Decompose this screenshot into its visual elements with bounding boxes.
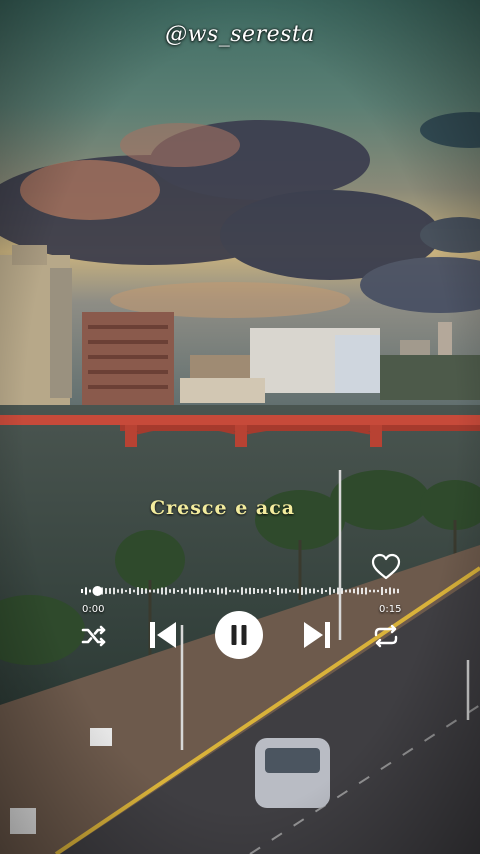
background-city-river-photo <box>0 0 480 854</box>
waveform-bar <box>105 588 107 594</box>
waveform-bar <box>201 587 203 595</box>
skip-previous-icon[interactable] <box>148 619 178 651</box>
waveform-bar <box>393 588 395 594</box>
time-total: 0:15 <box>379 604 402 615</box>
waveform-bar <box>193 588 195 594</box>
heart-icon[interactable] <box>371 553 401 581</box>
waveform-bar <box>309 588 311 594</box>
waveform-bar <box>241 587 243 595</box>
waveform-bar <box>277 587 279 595</box>
lyric-text: Cresce e aca <box>150 497 296 519</box>
waveform-bar <box>381 586 383 596</box>
waveform-bar <box>281 588 283 594</box>
waveform-bar <box>233 589 235 593</box>
repeat-icon[interactable] <box>372 623 400 649</box>
waveform-bar <box>321 588 323 594</box>
waveform-bar <box>357 587 359 595</box>
waveform-bar <box>397 588 399 594</box>
waveform-bar <box>181 588 183 594</box>
waveform-bar <box>365 587 367 595</box>
waveform-bar <box>205 589 207 593</box>
waveform-bar <box>325 589 327 593</box>
waveform-bar <box>153 589 155 593</box>
waveform-bar <box>345 589 347 593</box>
waveform-bar <box>89 589 91 593</box>
waveform-bar <box>349 589 351 593</box>
waveform-bar <box>141 588 143 594</box>
waveform-bar <box>353 588 355 594</box>
waveform-bar <box>293 589 295 593</box>
waveform-bar <box>213 589 215 593</box>
waveform-bar <box>177 589 179 593</box>
waveform-bar <box>289 589 291 593</box>
shuffle-icon[interactable] <box>81 623 107 649</box>
waveform-bar <box>265 589 267 593</box>
waveform-bar <box>165 587 167 595</box>
waveform-bar <box>333 589 335 593</box>
waveform-bar <box>285 588 287 594</box>
waveform-bar <box>117 589 119 593</box>
waveform-bar <box>157 588 159 594</box>
waveform-bar <box>169 589 171 593</box>
waveform-bar <box>189 587 191 595</box>
waveform-bar <box>373 589 375 593</box>
waveform-bar <box>385 588 387 594</box>
waveform-bar <box>121 588 123 594</box>
waveform-bar <box>145 588 147 594</box>
progress-waveform-bar[interactable] <box>80 582 400 600</box>
waveform-bar <box>161 587 163 595</box>
waveform-bar <box>221 588 223 594</box>
waveform-bar <box>329 587 331 595</box>
waveform-bar <box>149 589 151 593</box>
waveform-bar <box>389 587 391 595</box>
waveform-bar <box>81 589 83 593</box>
waveform-bar <box>217 587 219 595</box>
waveform-bar <box>113 587 115 595</box>
waveform-bar <box>297 588 299 594</box>
waveform-bar <box>305 587 307 595</box>
waveform-bar <box>129 588 131 594</box>
waveform-bar <box>317 589 319 593</box>
progress-knob[interactable] <box>92 586 103 596</box>
waveform-bar <box>137 587 139 595</box>
waveform-bar <box>249 587 251 595</box>
waveform-bar <box>209 589 211 593</box>
waveform-bar <box>133 589 135 593</box>
waveform-bar <box>197 587 199 595</box>
waveform-bar <box>125 589 127 593</box>
waveform-bar <box>225 587 227 595</box>
waveform-bar <box>377 589 379 593</box>
waveform-bar <box>85 587 87 595</box>
pause-icon[interactable] <box>214 610 264 660</box>
waveform-bar <box>245 588 247 594</box>
watermark-handle: @ws_seresta <box>165 22 315 47</box>
waveform-bar <box>261 588 263 594</box>
waveform-bar <box>109 588 111 594</box>
waveform-bar <box>301 587 303 595</box>
waveform-bar <box>185 589 187 593</box>
waveform-bar <box>229 589 231 593</box>
waveform-bar <box>269 588 271 594</box>
waveform-bar <box>313 588 315 594</box>
waveform-bar <box>173 588 175 594</box>
waveform-bar <box>341 588 343 594</box>
waveform-bar <box>257 589 259 593</box>
waveform-bar <box>361 587 363 595</box>
waveform-bar <box>237 589 239 593</box>
waveform-bar <box>253 588 255 594</box>
waveform-bar <box>337 587 339 595</box>
waveform-bar <box>369 589 371 593</box>
time-elapsed: 0:00 <box>82 604 105 615</box>
skip-next-icon[interactable] <box>302 619 332 651</box>
waveform-bar <box>273 589 275 593</box>
